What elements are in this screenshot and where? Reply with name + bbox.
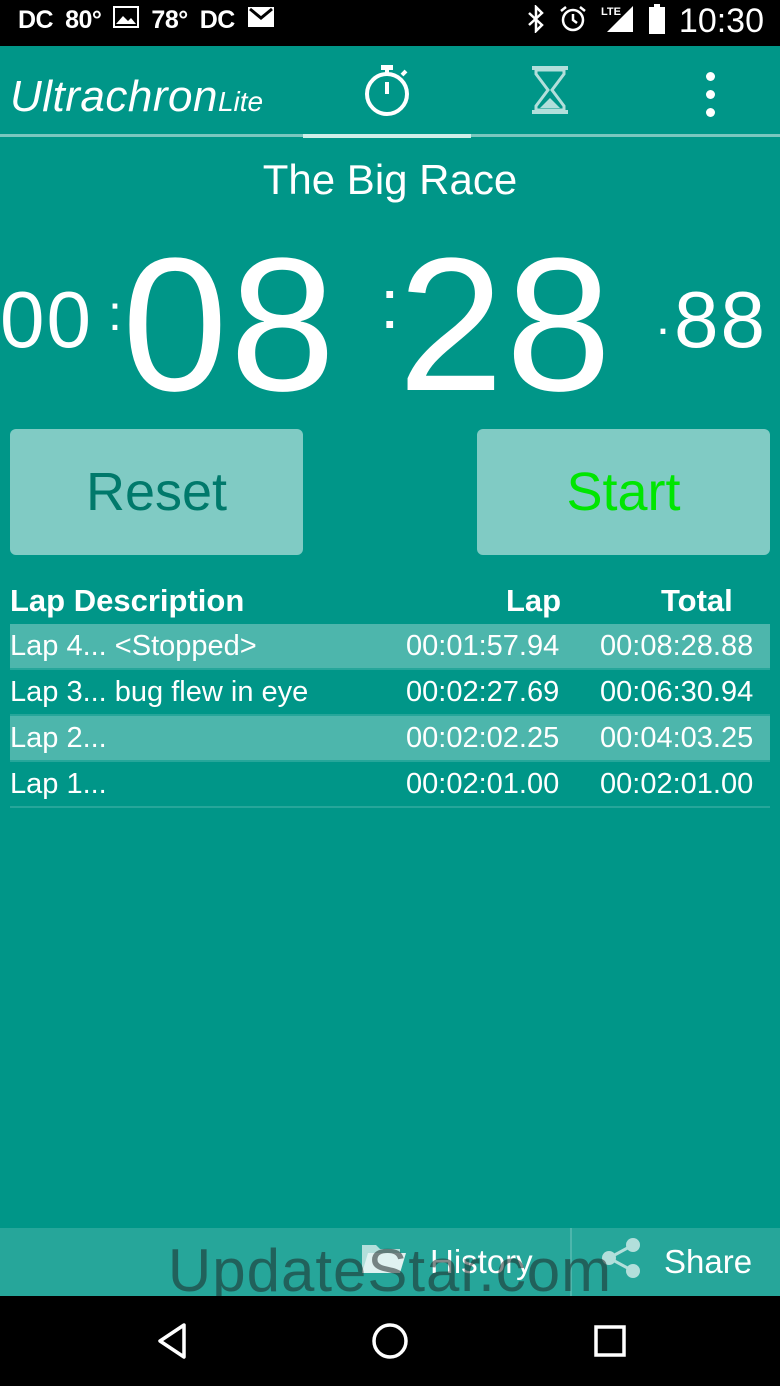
alarm-icon — [559, 5, 587, 38]
laps-header: Lap Description Lap Total — [0, 581, 780, 623]
clock-separator-2: : — [380, 265, 400, 343]
lap-total: 00:04:03.25 — [600, 722, 754, 754]
status-bar-right: LTE 10:30 — [527, 2, 764, 41]
status-temp-2: 78° — [151, 6, 188, 34]
more-vert-icon[interactable] — [690, 66, 730, 122]
battery-icon — [648, 4, 665, 39]
race-title[interactable]: The Big Race — [0, 156, 780, 204]
lap-time: 00:02:27.69 — [406, 676, 560, 708]
status-bar-left: DC 80° 78° DC — [18, 6, 275, 35]
history-label: History — [430, 1243, 533, 1280]
app-logo-main: Ultrachron — [10, 72, 218, 121]
header-lap: Lap — [506, 583, 562, 618]
header-total: Total — [661, 583, 733, 618]
clock-separator-1: : — [108, 285, 122, 341]
stopwatch-display: 00 : 08 : 28 . 88 — [0, 219, 780, 431]
lap-description: Lap 2... — [10, 722, 107, 754]
lap-description: Lap 3... bug flew in eye — [10, 676, 309, 708]
app-logo-lite: Lite — [217, 86, 264, 117]
bottom-bar-divider — [570, 1228, 572, 1296]
folder-icon — [360, 1239, 408, 1285]
tab-stopwatch[interactable] — [303, 46, 471, 138]
hourglass-icon — [530, 64, 570, 121]
lap-time: 00:02:02.25 — [406, 722, 560, 754]
home-icon[interactable] — [360, 1316, 420, 1366]
recent-apps-icon[interactable] — [580, 1316, 640, 1366]
clock-decimal-point: . — [656, 289, 670, 345]
lap-total: 00:08:28.88 — [600, 630, 754, 662]
share-button[interactable]: Share — [600, 1228, 752, 1296]
bluetooth-icon — [527, 3, 545, 38]
svg-text:LTE: LTE — [601, 6, 621, 18]
gmail-icon — [247, 6, 275, 35]
app-logo: UltrachronLite — [10, 72, 263, 122]
share-icon — [600, 1237, 642, 1287]
lap-description: Lap 4... <Stopped> — [10, 630, 257, 662]
app-toolbar: UltrachronLite — [0, 46, 780, 138]
status-dc-2: DC — [199, 6, 236, 34]
back-icon[interactable] — [142, 1316, 202, 1366]
app-screen: UltrachronLite The Big Race 00 : 08 : 28… — [0, 46, 780, 1296]
lap-total: 00:06:30.94 — [600, 676, 754, 708]
reset-button[interactable]: Reset — [10, 429, 303, 555]
image-icon — [113, 6, 140, 35]
status-bar: DC 80° 78° DC LTE 10:30 — [0, 0, 780, 46]
clock-seconds: 28 — [398, 219, 614, 431]
tab-timer[interactable] — [466, 46, 634, 138]
lap-row[interactable]: Lap 1... 00:02:01.00 00:02:01.00 — [10, 762, 770, 808]
stopwatch-icon — [362, 63, 412, 122]
bottom-action-bar: History Share — [0, 1228, 780, 1296]
lap-description: Lap 1... — [10, 768, 107, 800]
status-dc-1: DC — [18, 6, 54, 34]
lap-row[interactable]: Lap 3... bug flew in eye 00:02:27.69 00:… — [10, 670, 770, 716]
clock-hundredths: 88 — [674, 275, 767, 364]
clock-minutes: 08 — [122, 219, 338, 431]
share-label: Share — [664, 1243, 753, 1280]
status-time: 10:30 — [678, 2, 764, 40]
system-nav-bar — [0, 1296, 780, 1386]
lte-signal-icon: LTE — [601, 4, 635, 39]
status-temp-1: 80° — [65, 6, 102, 34]
clock-hours: 00 — [0, 275, 93, 364]
laps-list: Lap 4... <Stopped> 00:01:57.94 00:08:28.… — [10, 624, 770, 808]
tab-indicator — [303, 134, 471, 138]
lap-total: 00:02:01.00 — [600, 768, 754, 800]
lap-time: 00:01:57.94 — [406, 630, 560, 662]
lap-row[interactable]: Lap 2... 00:02:02.25 00:04:03.25 — [10, 716, 770, 762]
history-button[interactable]: History — [360, 1228, 533, 1296]
header-lap-description: Lap Description — [10, 583, 245, 618]
start-button[interactable]: Start — [477, 429, 770, 555]
lap-row[interactable]: Lap 4... <Stopped> 00:01:57.94 00:08:28.… — [10, 624, 770, 670]
lap-time: 00:02:01.00 — [406, 768, 560, 800]
